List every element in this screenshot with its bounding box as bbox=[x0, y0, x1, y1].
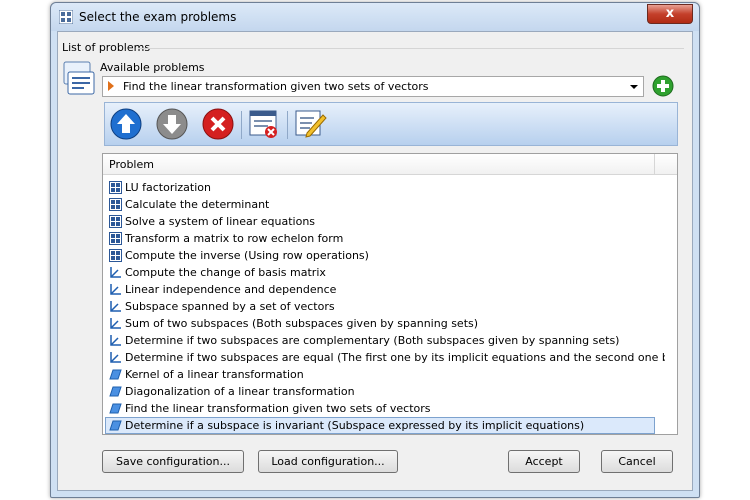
table-rows: LU factorization Calculate the determina… bbox=[103, 179, 677, 434]
axes-icon bbox=[110, 352, 121, 363]
table-row[interactable]: Sum of two subspaces (Both subspaces giv… bbox=[103, 315, 677, 332]
available-problems-select[interactable]: Find the linear transformation given two… bbox=[102, 76, 644, 97]
row-label: Transform a matrix to row echelon form bbox=[125, 232, 344, 245]
plane-icon bbox=[109, 403, 122, 414]
table-row[interactable]: Diagonalization of a linear transformati… bbox=[103, 383, 677, 400]
table-row[interactable]: Compute the change of basis matrix bbox=[103, 264, 677, 281]
available-problems-label: Available problems bbox=[100, 61, 205, 74]
delete-button[interactable] bbox=[201, 107, 235, 141]
clear-list-button[interactable] bbox=[247, 107, 281, 141]
edit-button[interactable] bbox=[293, 107, 327, 141]
column-divider bbox=[654, 154, 655, 174]
save-configuration-button[interactable]: Save configuration... bbox=[102, 450, 244, 473]
row-label: Determine if two subspaces are equal (Th… bbox=[125, 351, 665, 364]
matrix-icon bbox=[109, 181, 122, 194]
plane-icon bbox=[109, 369, 122, 380]
matrix-icon bbox=[109, 232, 122, 245]
toolbar-separator bbox=[287, 111, 288, 139]
table-row[interactable]: Find the linear transformation given two… bbox=[103, 400, 677, 417]
row-label: Find the linear transformation given two… bbox=[125, 402, 431, 415]
problems-table[interactable]: Problem LU factorization Calculate the d… bbox=[102, 153, 678, 435]
row-label: Subspace spanned by a set of vectors bbox=[125, 300, 335, 313]
row-label: Linear independence and dependence bbox=[125, 283, 337, 296]
axes-icon bbox=[110, 318, 121, 329]
row-label: Compute the change of basis matrix bbox=[125, 266, 326, 279]
row-label: Sum of two subspaces (Both subspaces giv… bbox=[125, 317, 479, 330]
dialog-body: List of problems Available problems Find… bbox=[57, 31, 693, 491]
row-label: Calculate the determinant bbox=[125, 198, 270, 211]
row-label: Determine if two subspaces are complemen… bbox=[125, 334, 620, 347]
title-bar[interactable]: Select the exam problems x bbox=[51, 3, 699, 31]
problem-list-icon bbox=[63, 61, 95, 95]
available-problems-value: Find the linear transformation given two… bbox=[123, 80, 429, 93]
table-row[interactable]: LU factorization bbox=[103, 179, 677, 196]
table-row-selected[interactable]: Determine if a subspace is invariant (Su… bbox=[105, 417, 655, 434]
table-row[interactable]: Subspace spanned by a set of vectors bbox=[103, 298, 677, 315]
row-label: Determine if a subspace is invariant (Su… bbox=[125, 419, 585, 432]
toolbar-separator bbox=[241, 111, 242, 139]
cancel-button[interactable]: Cancel bbox=[601, 450, 673, 473]
toolbar bbox=[104, 102, 678, 146]
matrix-icon bbox=[109, 215, 122, 228]
row-label: Diagonalization of a linear transformati… bbox=[125, 385, 355, 398]
row-label: Compute the inverse (Using row operation… bbox=[125, 249, 369, 262]
matrix-icon bbox=[109, 198, 122, 211]
column-header-problem[interactable]: Problem bbox=[109, 158, 154, 171]
table-row[interactable]: Kernel of a linear transformation bbox=[103, 366, 677, 383]
accept-button[interactable]: Accept bbox=[508, 450, 580, 473]
axes-icon bbox=[110, 301, 121, 312]
group-divider bbox=[138, 48, 684, 49]
table-header: Problem bbox=[103, 154, 677, 175]
table-row[interactable]: Solve a system of linear equations bbox=[103, 213, 677, 230]
chevron-down-icon[interactable] bbox=[627, 79, 641, 94]
load-configuration-button[interactable]: Load configuration... bbox=[258, 450, 398, 473]
axes-icon bbox=[110, 284, 121, 295]
play-icon bbox=[108, 81, 114, 91]
close-button[interactable]: x bbox=[647, 4, 693, 24]
move-down-button[interactable] bbox=[155, 107, 189, 141]
plane-icon bbox=[109, 386, 122, 397]
window-title: Select the exam problems bbox=[79, 10, 237, 24]
axes-icon bbox=[110, 267, 121, 278]
plane-icon bbox=[109, 420, 122, 431]
move-up-button[interactable] bbox=[109, 107, 143, 141]
table-row[interactable]: Calculate the determinant bbox=[103, 196, 677, 213]
table-row[interactable]: Determine if two subspaces are complemen… bbox=[103, 332, 677, 349]
app-grid-icon bbox=[59, 10, 73, 24]
row-label: Kernel of a linear transformation bbox=[125, 368, 304, 381]
axes-icon bbox=[110, 335, 121, 346]
matrix-icon bbox=[109, 249, 122, 262]
row-label: Solve a system of linear equations bbox=[125, 215, 316, 228]
table-row[interactable]: Transform a matrix to row echelon form bbox=[103, 230, 677, 247]
dialog-window: Select the exam problems x List of probl… bbox=[50, 2, 700, 498]
row-label: LU factorization bbox=[125, 181, 211, 194]
table-row[interactable]: Compute the inverse (Using row operation… bbox=[103, 247, 677, 264]
add-problem-button[interactable] bbox=[652, 75, 674, 97]
table-row[interactable]: Linear independence and dependence bbox=[103, 281, 677, 298]
table-row[interactable]: Determine if two subspaces are equal (Th… bbox=[103, 349, 677, 366]
